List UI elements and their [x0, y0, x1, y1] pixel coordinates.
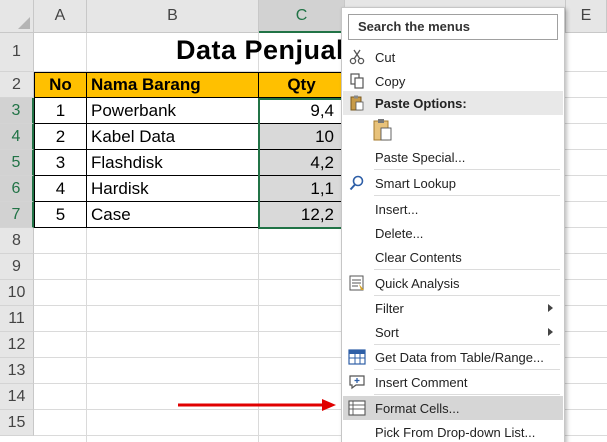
- menu-label: Cut: [375, 49, 396, 65]
- row-header-7[interactable]: 7: [0, 202, 34, 228]
- table-cell-qty[interactable]: 10: [258, 123, 345, 150]
- select-all-icon: [18, 17, 30, 29]
- format-cells-icon: [348, 400, 366, 416]
- table-cell-qty[interactable]: 12,2: [258, 201, 345, 228]
- paste-options-header: Paste Options:: [343, 91, 563, 115]
- menu-label: Format Cells...: [375, 400, 460, 416]
- quick-analysis-icon: [349, 275, 364, 291]
- menu-item-quick-analysis[interactable]: Quick Analysis: [343, 271, 563, 295]
- table-header-nama-barang[interactable]: Nama Barang: [86, 72, 259, 98]
- paste-clipboard-icon[interactable]: [372, 118, 394, 142]
- sheet-title[interactable]: Data Penjual: [176, 35, 344, 66]
- select-all-corner[interactable]: [0, 0, 34, 33]
- clipboard-icon: [350, 95, 364, 111]
- table-cell-no[interactable]: 1: [34, 97, 87, 124]
- menu-separator: [374, 169, 560, 170]
- table-header-no[interactable]: No: [34, 72, 87, 98]
- table-cell-qty[interactable]: 9,4: [258, 97, 345, 124]
- row-header-14[interactable]: 14: [0, 384, 34, 410]
- row-header-4[interactable]: 4: [0, 124, 34, 150]
- menu-label: Filter: [375, 300, 404, 316]
- menu-item-pick-list[interactable]: Pick From Drop-down List...: [343, 420, 563, 442]
- menu-label: Sort: [375, 324, 399, 340]
- table-cell-no[interactable]: 5: [34, 201, 87, 228]
- paste-options-label: Paste Options:: [375, 96, 467, 111]
- menu-item-cut[interactable]: Cut: [343, 45, 563, 69]
- menu-separator: [374, 269, 560, 270]
- menu-item-insert-comment[interactable]: Insert Comment: [343, 370, 563, 394]
- table-cell-no[interactable]: 2: [34, 123, 87, 150]
- column-header-c[interactable]: C: [259, 0, 345, 33]
- column-header-a[interactable]: A: [34, 0, 87, 33]
- table-cell-name[interactable]: Flashdisk: [86, 149, 259, 176]
- menu-label: Pick From Drop-down List...: [375, 424, 536, 440]
- menu-item-format-cells[interactable]: Format Cells...: [343, 396, 563, 420]
- scissors-icon: [349, 49, 365, 65]
- menu-search-input[interactable]: Search the menus: [348, 14, 558, 40]
- menu-label: Paste Special...: [375, 149, 466, 165]
- table-cell-no[interactable]: 3: [34, 149, 87, 176]
- row-header-11[interactable]: 11: [0, 306, 34, 332]
- menu-item-filter[interactable]: Filter: [343, 296, 563, 320]
- menu-label: Delete...: [375, 225, 424, 241]
- context-menu: Search the menus Cut Copy Paste Options:…: [341, 7, 565, 442]
- menu-label: Quick Analysis: [375, 275, 460, 291]
- row-header-12[interactable]: 12: [0, 332, 34, 358]
- menu-label: Clear Contents: [375, 249, 462, 265]
- table-icon: [348, 349, 366, 365]
- menu-item-delete[interactable]: Delete...: [343, 221, 563, 245]
- menu-label: Get Data from Table/Range...: [375, 349, 544, 365]
- menu-item-insert[interactable]: Insert...: [343, 197, 563, 221]
- menu-label: Insert...: [375, 201, 419, 217]
- menu-label: Copy: [375, 73, 406, 89]
- annotation-arrow-icon: [178, 399, 336, 411]
- menu-label: Smart Lookup: [375, 175, 456, 191]
- column-header-b[interactable]: B: [87, 0, 259, 33]
- table-cell-name[interactable]: Kabel Data: [86, 123, 259, 150]
- comment-icon: [349, 375, 365, 390]
- menu-item-sort[interactable]: Sort: [343, 320, 563, 344]
- row-header-15[interactable]: 15: [0, 410, 34, 436]
- row-header-5[interactable]: 5: [0, 150, 34, 176]
- copy-icon: [350, 73, 364, 89]
- submenu-arrow-icon: [548, 304, 553, 312]
- magnifier-icon: [349, 175, 364, 191]
- row-header-1[interactable]: 1: [0, 33, 34, 72]
- menu-item-smart-lookup[interactable]: Smart Lookup: [343, 171, 563, 195]
- table-header-qty[interactable]: Qty: [258, 72, 345, 98]
- menu-separator: [374, 195, 560, 196]
- row-header-2[interactable]: 2: [0, 72, 34, 98]
- table-cell-no[interactable]: 4: [34, 175, 87, 202]
- menu-label: Insert Comment: [375, 374, 468, 390]
- menu-item-copy[interactable]: Copy: [343, 69, 563, 93]
- row-header-9[interactable]: 9: [0, 254, 34, 280]
- menu-item-paste-special[interactable]: Paste Special...: [343, 145, 563, 169]
- table-cell-qty[interactable]: 1,1: [258, 175, 345, 202]
- column-header-e[interactable]: E: [566, 0, 607, 33]
- menu-separator: [374, 394, 560, 395]
- submenu-arrow-icon: [548, 328, 553, 336]
- row-header-3[interactable]: 3: [0, 98, 34, 124]
- row-header-6[interactable]: 6: [0, 176, 34, 202]
- menu-item-get-data[interactable]: Get Data from Table/Range...: [343, 345, 563, 369]
- menu-item-clear-contents[interactable]: Clear Contents: [343, 245, 563, 269]
- table-cell-name[interactable]: Case: [86, 201, 259, 228]
- table-cell-name[interactable]: Powerbank: [86, 97, 259, 124]
- row-header-10[interactable]: 10: [0, 280, 34, 306]
- row-header-13[interactable]: 13: [0, 358, 34, 384]
- row-header-8[interactable]: 8: [0, 228, 34, 254]
- table-cell-qty[interactable]: 4,2: [258, 149, 345, 176]
- table-cell-name[interactable]: Hardisk: [86, 175, 259, 202]
